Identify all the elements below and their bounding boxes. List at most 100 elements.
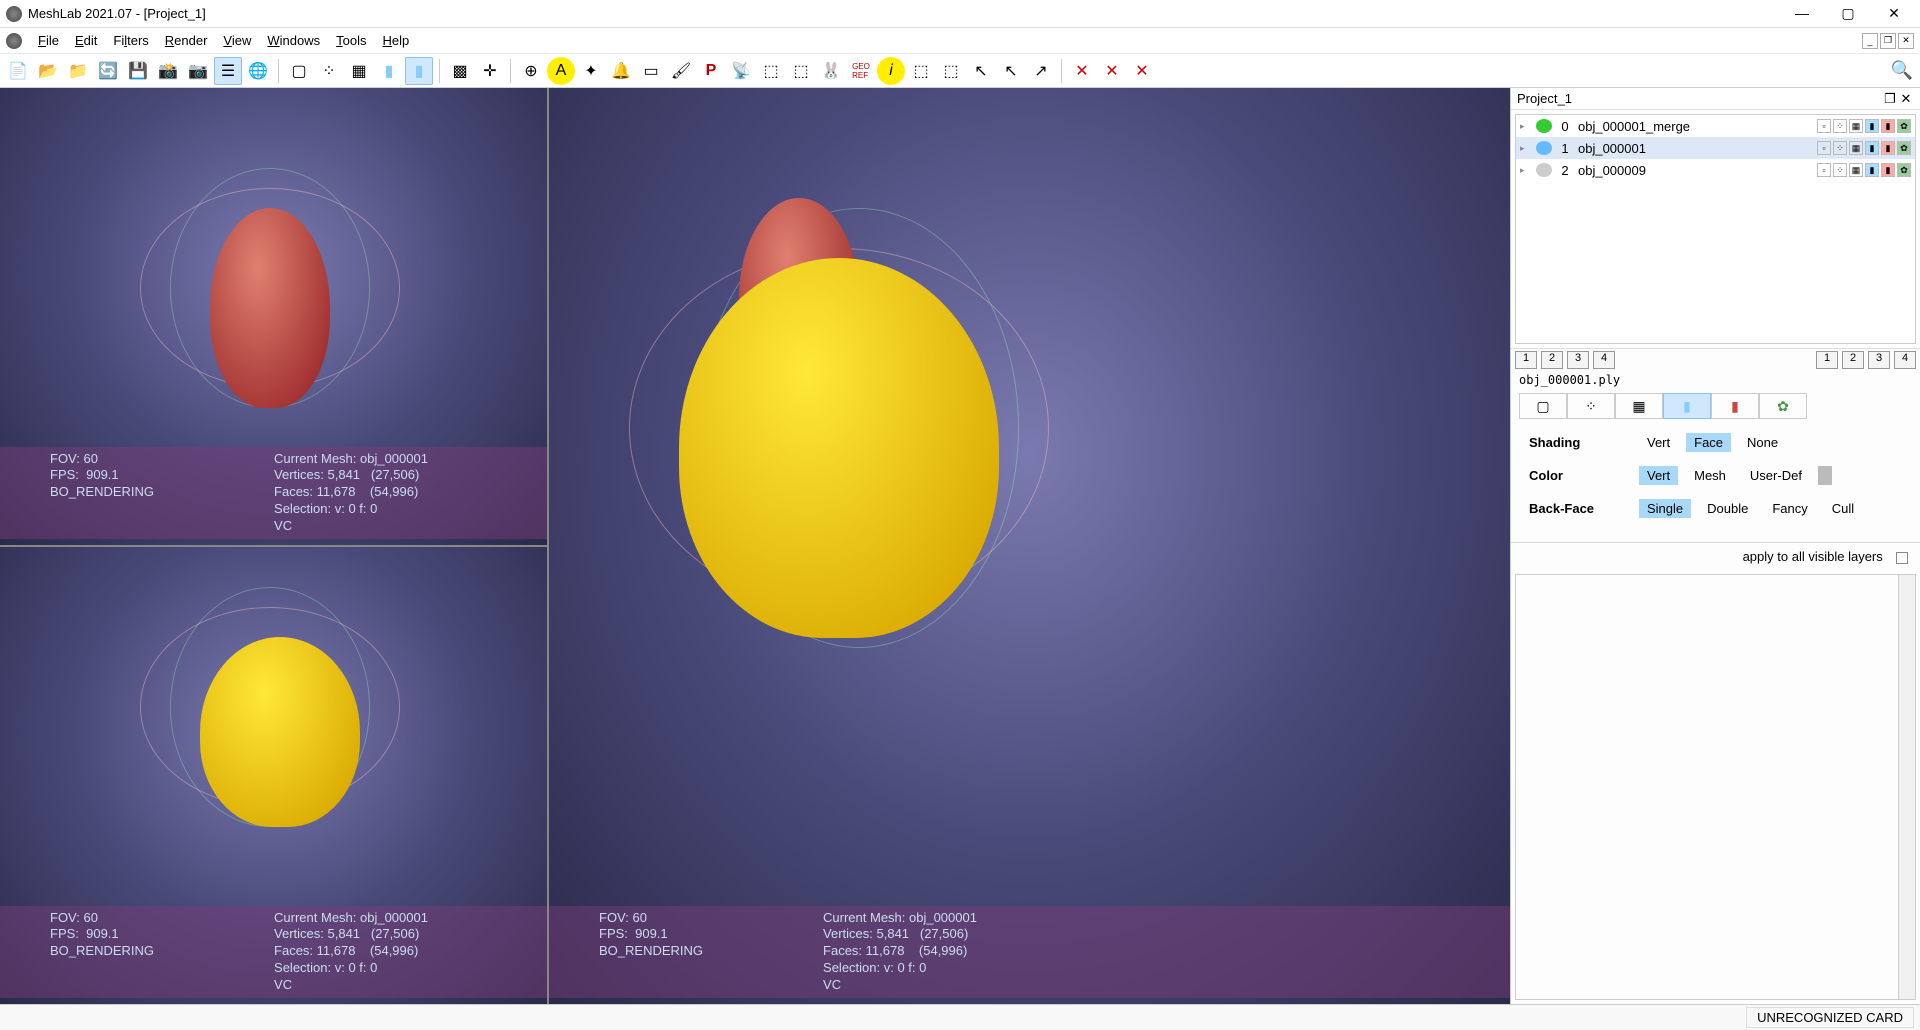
camera-icon[interactable]: 📷 bbox=[184, 57, 212, 85]
panel-close-icon[interactable]: ✕ bbox=[1898, 91, 1914, 107]
globe-icon[interactable]: 🌐 bbox=[244, 57, 272, 85]
layer-env-icon[interactable]: ✿ bbox=[1897, 141, 1911, 155]
layer-row[interactable]: ▸ 1 obj_000001 ▫ ⁘ ▦ ▮ ▮ ✿ bbox=[1516, 137, 1915, 159]
radar-icon[interactable]: 📡 bbox=[727, 57, 755, 85]
view-btn-2[interactable]: 2 bbox=[1541, 351, 1563, 369]
layer-fill-icon[interactable]: ▮ bbox=[1865, 119, 1879, 133]
tab-fill-icon[interactable]: ▮ bbox=[1663, 393, 1711, 419]
snapshot-icon[interactable]: 📸 bbox=[154, 57, 182, 85]
layer-wire-icon[interactable]: ▦ bbox=[1849, 141, 1863, 155]
sel-rect-icon[interactable]: ⬚ bbox=[907, 57, 935, 85]
bbox-icon[interactable]: ▢ bbox=[285, 57, 313, 85]
reload-icon[interactable]: 🔄 bbox=[94, 57, 122, 85]
close-button[interactable]: ✕ bbox=[1880, 5, 1908, 22]
visibility-icon[interactable] bbox=[1536, 163, 1552, 177]
opt-color-user-def[interactable]: User-Def bbox=[1742, 466, 1810, 485]
opt-backface-cull[interactable]: Cull bbox=[1824, 499, 1862, 518]
align-icon[interactable]: ▭ bbox=[637, 57, 665, 85]
layer-env-icon[interactable]: ✿ bbox=[1897, 119, 1911, 133]
menu-help[interactable]: Help bbox=[382, 33, 409, 48]
panel-undock-icon[interactable]: ❐ bbox=[1882, 91, 1898, 107]
menu-tools[interactable]: Tools bbox=[336, 33, 366, 48]
texture-icon[interactable]: ▩ bbox=[446, 57, 474, 85]
layer-fill-icon[interactable]: ▮ bbox=[1865, 163, 1879, 177]
wireframe-icon[interactable]: ▦ bbox=[345, 57, 373, 85]
view-btn-r4[interactable]: 4 bbox=[1894, 351, 1916, 369]
expand-icon[interactable]: ▸ bbox=[1520, 121, 1530, 132]
maximize-button[interactable]: ▢ bbox=[1834, 5, 1862, 22]
opt-shading-face[interactable]: Face bbox=[1686, 433, 1731, 452]
color-swatch[interactable] bbox=[1818, 466, 1832, 485]
view-btn-r3[interactable]: 3 bbox=[1868, 351, 1890, 369]
opt-backface-double[interactable]: Double bbox=[1699, 499, 1756, 518]
info-icon[interactable]: i bbox=[877, 57, 905, 85]
layer-dialog-icon[interactable]: ☰ bbox=[214, 57, 242, 85]
measure-icon[interactable]: 🔔 bbox=[607, 57, 635, 85]
mdi-minimize[interactable]: _ bbox=[1862, 33, 1878, 49]
viewport-2[interactable]: FOV: 60 FPS: 909.1 BO_RENDERING Current … bbox=[0, 547, 547, 1004]
sel-conn-icon[interactable]: ⬚ bbox=[937, 57, 965, 85]
expand-icon[interactable]: ▸ bbox=[1520, 143, 1530, 154]
layer-env-icon[interactable]: ✿ bbox=[1897, 163, 1911, 177]
opt-shading-vert[interactable]: Vert bbox=[1639, 433, 1678, 452]
layer-tex-icon[interactable]: ▮ bbox=[1881, 163, 1895, 177]
layer-save-icon[interactable]: ▫ bbox=[1817, 141, 1831, 155]
paint-icon[interactable]: 🖌 bbox=[667, 57, 695, 85]
delete-all-icon[interactable]: ✕ bbox=[1128, 57, 1156, 85]
sel-arrow2-icon[interactable]: ↖ bbox=[997, 57, 1025, 85]
light-icon[interactable]: ⊕ bbox=[517, 57, 545, 85]
visibility-icon[interactable] bbox=[1536, 141, 1552, 155]
sel-move-icon[interactable]: ↗ bbox=[1027, 57, 1055, 85]
view-btn-3[interactable]: 3 bbox=[1567, 351, 1589, 369]
delete-face-icon[interactable]: ✕ bbox=[1098, 57, 1126, 85]
opt-backface-fancy[interactable]: Fancy bbox=[1764, 499, 1815, 518]
layer-wire-icon[interactable]: ▦ bbox=[1849, 163, 1863, 177]
opt-color-mesh[interactable]: Mesh bbox=[1686, 466, 1734, 485]
layer-row[interactable]: ▸ 2 obj_000009 ▫ ⁘ ▦ ▮ ▮ ✿ bbox=[1516, 159, 1915, 181]
tab-tex-icon[interactable]: ▮ bbox=[1711, 393, 1759, 419]
delete-vert-icon[interactable]: ✕ bbox=[1068, 57, 1096, 85]
menu-filters[interactable]: Filters bbox=[113, 33, 148, 48]
opt-shading-none[interactable]: None bbox=[1739, 433, 1786, 452]
layer-pts-icon[interactable]: ⁘ bbox=[1833, 141, 1847, 155]
visibility-icon[interactable] bbox=[1536, 119, 1552, 133]
layer-save-icon[interactable]: ▫ bbox=[1817, 119, 1831, 133]
mdi-close[interactable]: ✕ bbox=[1898, 33, 1914, 49]
layer-pts-icon[interactable]: ⁘ bbox=[1833, 119, 1847, 133]
trackball-icon[interactable]: ✦ bbox=[577, 57, 605, 85]
annotate-icon[interactable]: A bbox=[547, 57, 575, 85]
tab-bbox-icon[interactable]: ▢ bbox=[1519, 393, 1567, 419]
layer-pts-icon[interactable]: ⁘ bbox=[1833, 163, 1847, 177]
flat-lines-icon[interactable]: ▮ bbox=[375, 57, 403, 85]
bunny-icon[interactable]: 🐰 bbox=[817, 57, 845, 85]
viewport-1[interactable]: FOV: 60 FPS: 909.1 BO_RENDERING Current … bbox=[0, 88, 547, 545]
view-btn-4[interactable]: 4 bbox=[1593, 351, 1615, 369]
open-project-icon[interactable]: 📂 bbox=[34, 57, 62, 85]
axes-icon[interactable]: ✛ bbox=[476, 57, 504, 85]
opt-backface-single[interactable]: Single bbox=[1639, 499, 1691, 518]
tab-points-icon[interactable]: ⁘ bbox=[1567, 393, 1615, 419]
mdi-restore[interactable]: ❐ bbox=[1880, 33, 1896, 49]
search-icon[interactable]: 🔍 bbox=[1888, 57, 1916, 85]
tab-wire-icon[interactable]: ▦ bbox=[1615, 393, 1663, 419]
new-project-icon[interactable]: 📄 bbox=[4, 57, 32, 85]
layer-tex-icon[interactable]: ▮ bbox=[1881, 141, 1895, 155]
view-btn-r1[interactable]: 1 bbox=[1816, 351, 1838, 369]
plugin-icon[interactable]: P bbox=[697, 57, 725, 85]
sel-arrow-icon[interactable]: ↖ bbox=[967, 57, 995, 85]
apply-all-checkbox[interactable] bbox=[1896, 552, 1908, 564]
layer-fill-icon[interactable]: ▮ bbox=[1865, 141, 1879, 155]
opt-color-vert[interactable]: Vert bbox=[1639, 466, 1678, 485]
menu-edit[interactable]: Edit bbox=[75, 33, 97, 48]
viewport-main[interactable]: FOV: 60 FPS: 909.1 BO_RENDERING Current … bbox=[549, 88, 1510, 1004]
tab-env-icon[interactable]: ✿ bbox=[1759, 393, 1807, 419]
menu-file[interactable]: File bbox=[38, 33, 59, 48]
view-btn-1[interactable]: 1 bbox=[1515, 351, 1537, 369]
minimize-button[interactable]: — bbox=[1788, 5, 1816, 22]
georef-icon[interactable]: GEOREF bbox=[847, 57, 875, 85]
export-icon[interactable]: 💾 bbox=[124, 57, 152, 85]
log-box[interactable] bbox=[1515, 574, 1916, 1000]
smooth-icon[interactable]: ▮ bbox=[405, 57, 433, 85]
points-icon[interactable]: ⁘ bbox=[315, 57, 343, 85]
layer-tex-icon[interactable]: ▮ bbox=[1881, 119, 1895, 133]
